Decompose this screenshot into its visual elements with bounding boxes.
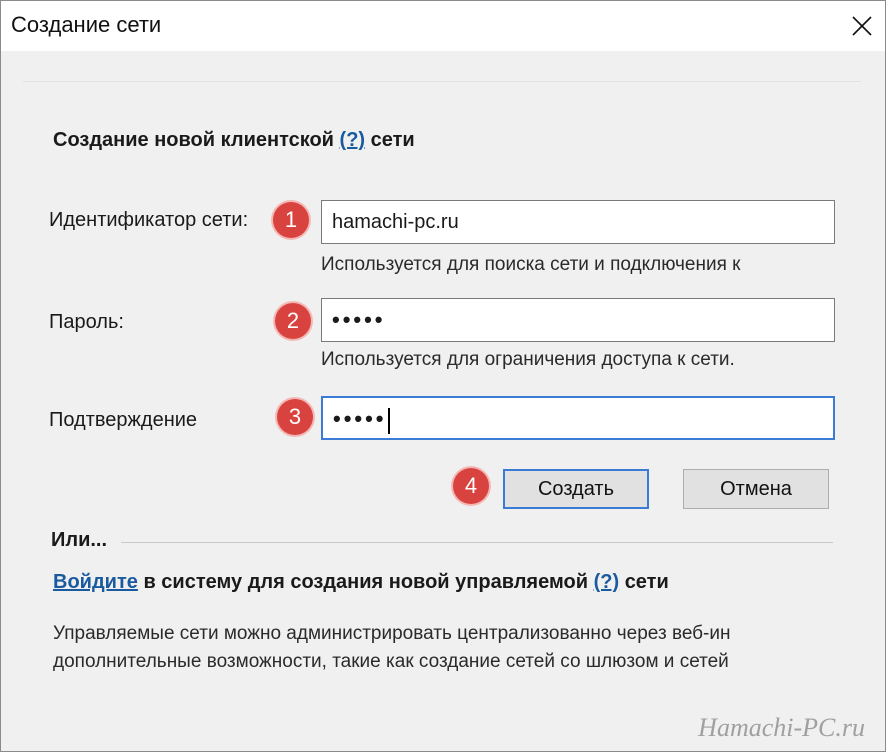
or-separator (121, 542, 833, 543)
content-frame (23, 81, 861, 702)
signin-suffix: сети (624, 571, 669, 593)
password-value: ••••• (332, 307, 386, 332)
close-icon (852, 16, 872, 36)
network-id-label: Идентификатор сети: (49, 209, 249, 231)
heading-help-link[interactable]: (?) (340, 129, 366, 151)
managed-desc-line-1: Управляемые сети можно администрировать … (53, 623, 731, 644)
managed-help-link[interactable]: (?) (594, 571, 620, 593)
form-heading: Создание новой клиентской (?) сети (53, 129, 415, 152)
step-badge-3: 3 (277, 399, 313, 435)
create-network-dialog: Создание сети Создание новой клиентской … (0, 0, 886, 752)
close-button[interactable] (839, 1, 885, 51)
window-title: Создание сети (11, 12, 162, 37)
password-label: Пароль: (49, 311, 124, 333)
confirm-password-value: ••••• (333, 406, 387, 431)
heading-suffix: сети (370, 129, 415, 151)
password-hint: Используется для ограничения доступа к с… (321, 349, 735, 370)
heading-text: Создание новой клиентской (53, 129, 334, 151)
confirm-password-input[interactable]: ••••• (321, 396, 835, 440)
create-button[interactable]: Создать (503, 469, 649, 509)
signin-link[interactable]: Войдите (53, 571, 138, 593)
confirm-label: Подтверждение (49, 409, 198, 431)
step-badge-2: 2 (275, 303, 311, 339)
signin-line: Войдите в систему для создания новой упр… (53, 571, 669, 594)
cancel-button[interactable]: Отмена (683, 469, 829, 509)
title-bar: Создание сети (1, 1, 885, 51)
managed-desc-line-2: дополнительные возможности, такие как со… (53, 651, 729, 672)
step-badge-1: 1 (273, 202, 309, 238)
signin-text: в систему для создания новой управляемой (143, 571, 589, 593)
or-label: Или... (51, 529, 108, 551)
password-input[interactable]: ••••• (321, 298, 835, 342)
network-id-hint: Используется для поиска сети и подключен… (321, 254, 741, 275)
watermark: Hamachi-PC.ru (698, 713, 865, 742)
text-caret (387, 407, 390, 434)
step-badge-4: 4 (453, 468, 489, 504)
network-id-input[interactable]: hamachi-pc.ru (321, 200, 835, 244)
